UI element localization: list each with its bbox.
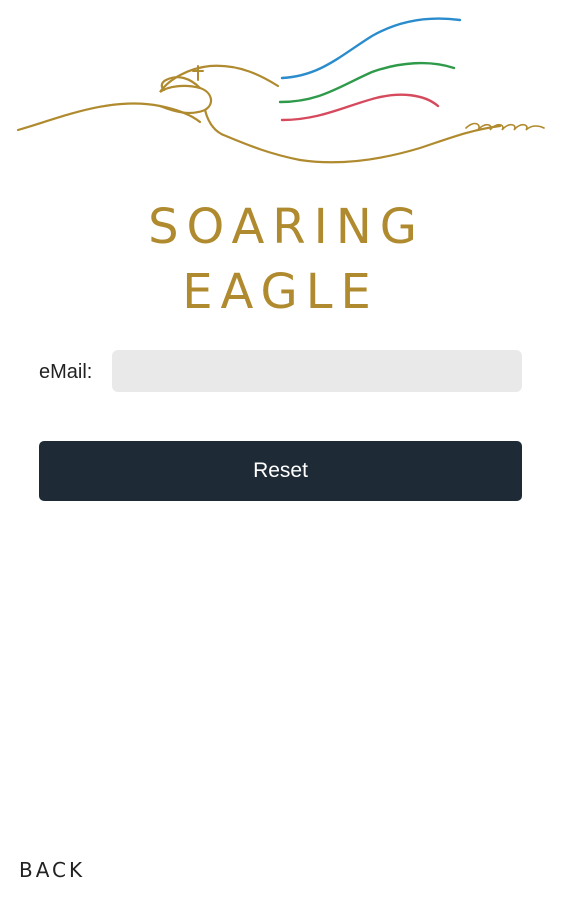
eagle-logo-icon bbox=[16, 17, 545, 164]
email-label: eMail: bbox=[39, 361, 93, 383]
email-field[interactable] bbox=[112, 350, 522, 392]
brand-name-line1: SOARING bbox=[148, 199, 425, 255]
reset-button[interactable]: Reset bbox=[39, 441, 522, 501]
back-button[interactable]: BACK bbox=[19, 858, 85, 882]
brand-name-line2: EAGLE bbox=[182, 264, 379, 320]
